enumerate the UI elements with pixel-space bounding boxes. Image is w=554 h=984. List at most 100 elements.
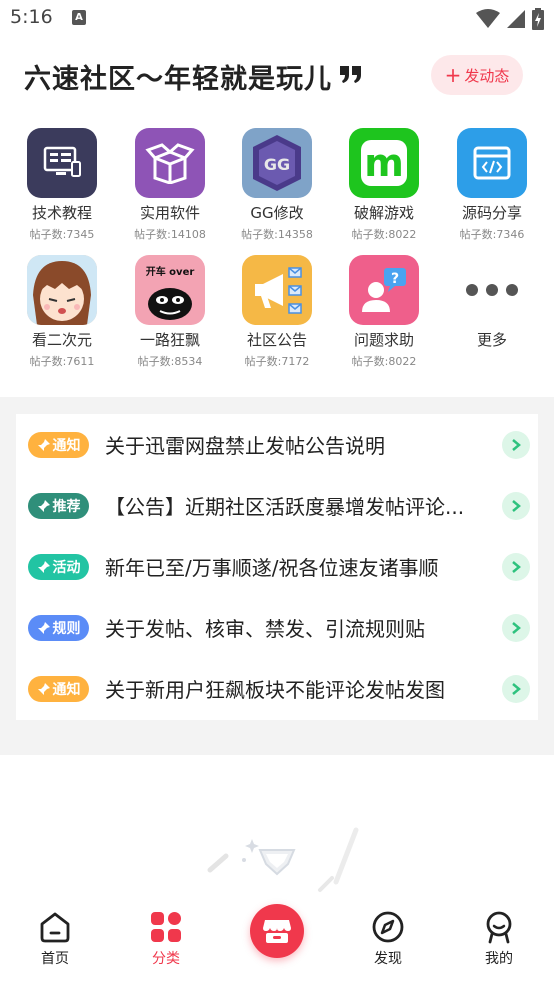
signal-icon [507, 10, 525, 28]
chevron-right-icon [502, 491, 530, 520]
category-label: 看二次元 [31, 331, 92, 349]
chevron-right-icon [502, 430, 530, 459]
notice-section: 通知 关于迅雷网盘禁止发帖公告说明 推荐 【公告】近期社区活跃度暴增发帖评论..… [0, 397, 554, 755]
notice-title: 关于新用户狂飙板块不能评论发帖发图 [105, 678, 445, 702]
notice-tag: 规则 [28, 614, 89, 641]
category-tutorials[interactable]: 技术教程 帖子数:7345 [12, 128, 112, 242]
category-count: 帖子数:8022 [351, 228, 417, 241]
category-source-code[interactable]: 源码分享 帖子数:7346 [442, 128, 542, 242]
category-gg[interactable]: GG GG修改 帖子数:14358 [227, 128, 327, 242]
category-count: 帖子数:7345 [29, 228, 95, 241]
notice-tag: 通知 [28, 431, 89, 458]
bottom-nav: 首页 分类 发现 我的 [0, 900, 554, 984]
megaphone-icon [242, 255, 312, 325]
compass-icon [343, 910, 433, 944]
category-count: 帖子数:7611 [29, 355, 95, 368]
gg-icon: GG [242, 128, 312, 198]
category-drift[interactable]: 开车 over 一路狂飘 帖子数:8534 [120, 255, 220, 369]
header: 六速社区～年轻就是玩儿 + 发动态 [0, 50, 554, 104]
category-label: GG修改 [250, 204, 304, 222]
notice-title: 关于迅雷网盘禁止发帖公告说明 [105, 434, 385, 458]
category-label: 问题求助 [353, 331, 414, 349]
post-button[interactable]: + 发动态 [431, 55, 523, 95]
nav-profile[interactable]: 我的 [454, 910, 544, 968]
pin-icon [37, 499, 50, 512]
notice-tag: 推荐 [28, 492, 89, 519]
category-count: 帖子数:8022 [351, 355, 417, 368]
profile-icon [454, 910, 544, 944]
notice-list: 通知 关于迅雷网盘禁止发帖公告说明 推荐 【公告】近期社区活跃度暴增发帖评论..… [16, 414, 538, 720]
empty-state-illustration [207, 827, 359, 892]
notice-tag-label: 推荐 [52, 498, 81, 515]
nav-label: 发现 [374, 951, 402, 967]
notice-item[interactable]: 活动 新年已至/万事顺遂/祝各位速友诸事顺 [16, 536, 538, 597]
more-icon [457, 255, 527, 325]
anime-avatar-icon [27, 255, 97, 325]
category-count: 帖子数:14108 [134, 228, 206, 241]
notice-title: 新年已至/万事顺遂/祝各位速友诸事顺 [105, 556, 439, 580]
pin-icon [37, 682, 50, 695]
nav-label: 分类 [152, 951, 180, 967]
box-icon [135, 128, 205, 198]
quote-icon [340, 66, 361, 83]
category-announcements[interactable]: 社区公告 帖子数:7172 [227, 255, 327, 369]
store-icon [263, 920, 291, 943]
gg-icon-text: GG [264, 155, 290, 174]
category-label: 一路狂飘 [139, 331, 200, 349]
pin-icon [37, 560, 50, 573]
category-more[interactable]: 更多 [442, 255, 542, 350]
meme-icon-text: 开车 over [145, 267, 195, 278]
notice-tag-label: 规则 [52, 620, 81, 637]
notification-icon: A [72, 10, 86, 25]
tutorial-icon [27, 128, 97, 198]
notice-tag-label: 通知 [52, 681, 81, 698]
category-grid: 技术教程 帖子数:7345 实用软件 帖子数:14108 GG GG修改 帖子数… [0, 128, 554, 378]
category-help[interactable]: ? 问题求助 帖子数:8022 [334, 255, 434, 369]
category-count: 帖子数:14358 [241, 228, 313, 241]
notice-title: 【公告】近期社区活跃度暴增发帖评论... [105, 495, 465, 519]
page-title: 六速社区～年轻就是玩儿 [24, 64, 332, 95]
category-label: 实用软件 [139, 204, 200, 222]
grid-icon [121, 910, 211, 944]
category-label: 更多 [476, 331, 507, 349]
nav-home[interactable]: 首页 [10, 910, 100, 968]
notice-tag-label: 通知 [52, 437, 81, 454]
battery-icon [532, 8, 544, 30]
notice-tag: 活动 [28, 553, 89, 580]
notice-item[interactable]: 规则 关于发帖、核审、禁发、引流规则贴 [16, 597, 538, 658]
help-icon: ? [349, 255, 419, 325]
wifi-icon [476, 9, 500, 28]
chevron-right-icon [502, 674, 530, 703]
category-software[interactable]: 实用软件 帖子数:14108 [120, 128, 220, 242]
category-label: 源码分享 [461, 204, 522, 222]
category-games[interactable]: m 破解游戏 帖子数:8022 [334, 128, 434, 242]
notice-title: 关于发帖、核审、禁发、引流规则贴 [105, 617, 425, 641]
status-icons [476, 8, 544, 30]
nav-discover[interactable]: 发现 [343, 910, 433, 968]
nav-label: 首页 [41, 951, 69, 967]
notice-item[interactable]: 推荐 【公告】近期社区活跃度暴增发帖评论... [16, 475, 538, 536]
category-label: 社区公告 [246, 331, 307, 349]
category-count: 帖子数:7346 [459, 228, 525, 241]
notice-tag-label: 活动 [52, 559, 81, 576]
notice-item[interactable]: 通知 关于新用户狂飙板块不能评论发帖发图 [16, 658, 538, 719]
game-icon: m [349, 128, 419, 198]
category-count: 帖子数:7172 [244, 355, 310, 368]
category-count: 帖子数:8534 [137, 355, 203, 368]
home-icon [10, 910, 100, 944]
category-label: 破解游戏 [353, 204, 414, 222]
nav-label: 我的 [485, 951, 513, 967]
code-icon [457, 128, 527, 198]
notice-item[interactable]: 通知 关于迅雷网盘禁止发帖公告说明 [16, 414, 538, 475]
category-anime[interactable]: 看二次元 帖子数:7611 [12, 255, 112, 369]
pin-icon [37, 438, 50, 451]
status-time: 5:16 [10, 6, 53, 28]
nav-category[interactable]: 分类 [121, 910, 211, 968]
chevron-right-icon [502, 613, 530, 642]
plus-icon: + [444, 63, 462, 87]
meme-icon: 开车 over [135, 255, 205, 325]
status-bar: 5:16 A [0, 0, 554, 36]
store-button[interactable] [250, 904, 304, 958]
post-button-label: 发动态 [464, 66, 510, 85]
category-label: 技术教程 [31, 204, 92, 222]
